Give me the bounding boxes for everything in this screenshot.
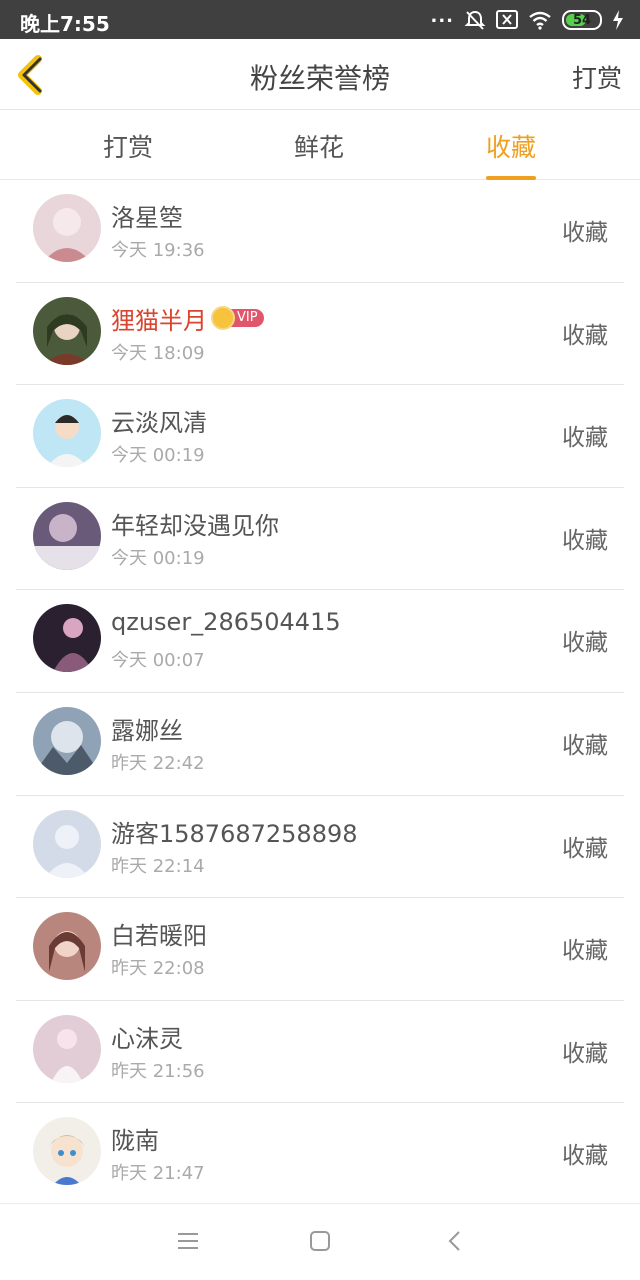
avatar[interactable] <box>33 706 101 775</box>
sim-off-icon <box>496 10 518 29</box>
user-name: 心沫灵 <box>111 1024 183 1053</box>
tab-label: 鲜花 <box>294 133 345 162</box>
avatar[interactable] <box>33 604 101 673</box>
action-label: 收藏 <box>562 938 608 965</box>
user-name: 游客1587687258898 <box>111 819 358 848</box>
tab-bar: 打赏 鲜花 收藏 <box>0 110 640 180</box>
timestamp: 昨天 21:47 <box>111 1163 205 1185</box>
status-bar: 晚上7:55 ... 54 <box>0 0 640 39</box>
user-name: 白若暖阳 <box>111 922 207 951</box>
action-label: 收藏 <box>562 630 608 657</box>
user-name: 露娜丝 <box>111 716 183 745</box>
wifi-icon <box>529 11 551 30</box>
action-label: 收藏 <box>562 425 608 452</box>
action-label: 收藏 <box>562 322 608 349</box>
avatar[interactable] <box>33 296 101 365</box>
action-label: 收藏 <box>562 527 608 554</box>
tab-label: 打赏 <box>103 133 154 162</box>
tab-favorites[interactable]: 收藏 <box>486 128 537 180</box>
more-dots-icon: ... <box>430 5 454 27</box>
list-item[interactable]: 露娜丝 昨天 22:42 收藏 <box>16 693 624 796</box>
vip-badge: VIP <box>211 306 264 331</box>
system-nav-bar <box>0 1203 640 1280</box>
back-arrow-icon <box>448 1231 460 1251</box>
user-name: 年轻却没遇见你 <box>111 511 279 540</box>
menu-icon <box>178 1233 198 1249</box>
fan-list: 洛星箜 今天 19:36 收藏 狸猫半月 VIP 今天 18:09 收藏 云淡风… <box>0 180 640 1206</box>
menu-button[interactable] <box>173 1226 203 1256</box>
header: 粉丝荣誉榜 打赏 <box>0 39 640 110</box>
user-name: qzuser_286504415 <box>111 608 341 637</box>
action-label: 收藏 <box>562 220 608 246</box>
tab-flowers[interactable]: 鲜花 <box>294 128 344 164</box>
timestamp: 昨天 21:56 <box>111 1060 205 1082</box>
timestamp: 今天 18:09 <box>111 342 205 364</box>
action-label: 收藏 <box>562 1143 608 1170</box>
action-label: 收藏 <box>562 835 608 862</box>
timestamp: 今天 00:07 <box>111 650 205 672</box>
tab-label: 收藏 <box>486 133 537 162</box>
home-square-icon <box>310 1231 330 1251</box>
nav-back-button[interactable] <box>440 1226 470 1256</box>
avatar[interactable] <box>33 399 101 468</box>
user-name: 洛星箜 <box>111 204 183 232</box>
list-item[interactable]: 游客1587687258898 昨天 22:14 收藏 <box>16 796 624 899</box>
avatar[interactable] <box>33 194 101 262</box>
tab-reward[interactable]: 打赏 <box>103 128 153 164</box>
timestamp: 今天 19:36 <box>111 240 205 261</box>
list-item[interactable]: 心沫灵 昨天 21:56 收藏 <box>16 1001 624 1104</box>
bell-muted-icon <box>464 10 486 30</box>
reward-button[interactable]: 打赏 <box>572 59 622 95</box>
page-title: 粉丝荣誉榜 <box>249 62 390 95</box>
list-item[interactable]: 云淡风清 今天 00:19 收藏 <box>16 385 624 488</box>
home-button[interactable] <box>305 1226 335 1256</box>
list-item[interactable]: 年轻却没遇见你 今天 00:19 收藏 <box>16 488 624 591</box>
timestamp: 昨天 22:08 <box>111 958 205 980</box>
crown-icon <box>211 306 235 331</box>
battery-level: 54 <box>572 12 592 28</box>
action-label: 收藏 <box>562 732 608 759</box>
status-time: 晚上7:55 <box>20 12 110 36</box>
avatar[interactable] <box>33 1117 101 1186</box>
avatar[interactable] <box>33 912 101 981</box>
timestamp: 今天 00:19 <box>111 445 205 467</box>
avatar[interactable] <box>33 501 101 570</box>
list-item[interactable]: 狸猫半月 VIP 今天 18:09 收藏 <box>16 283 624 386</box>
charging-bolt-icon <box>613 10 623 30</box>
list-item[interactable]: 洛星箜 今天 19:36 收藏 <box>16 180 624 283</box>
list-item[interactable]: 陇南 昨天 21:47 收藏 <box>16 1103 624 1206</box>
avatar[interactable] <box>33 1014 101 1083</box>
user-name: 云淡风清 <box>111 409 207 438</box>
user-name: 陇南 <box>111 1127 159 1156</box>
user-name: 狸猫半月 VIP <box>111 301 264 336</box>
list-item[interactable]: qzuser_286504415 今天 00:07 收藏 <box>16 590 624 693</box>
action-label: 收藏 <box>562 1040 608 1067</box>
timestamp: 昨天 22:14 <box>111 855 205 877</box>
timestamp: 昨天 22:42 <box>111 752 205 774</box>
timestamp: 今天 00:19 <box>111 547 205 569</box>
avatar[interactable] <box>33 809 101 878</box>
status-icons: ... 54 <box>430 6 624 34</box>
battery-icon: 54 <box>562 10 602 30</box>
list-item[interactable]: 白若暖阳 昨天 22:08 收藏 <box>16 898 624 1001</box>
